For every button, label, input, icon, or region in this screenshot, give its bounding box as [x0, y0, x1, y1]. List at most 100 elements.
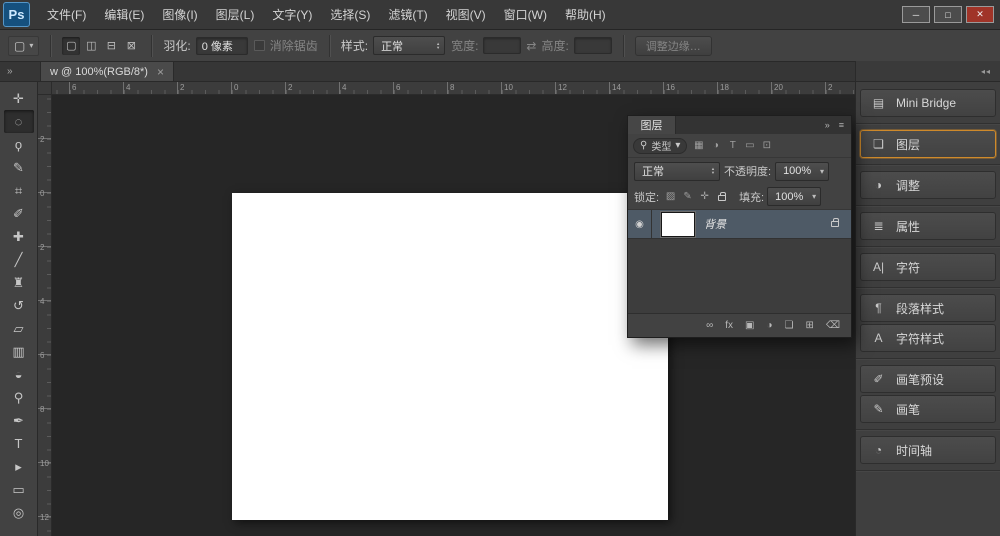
- blend-mode-dropdown[interactable]: 正常 ▲ ▼: [634, 162, 720, 181]
- lock-position-icon[interactable]: ✛: [696, 189, 713, 205]
- toolbar-collapse-icon[interactable]: »: [0, 61, 38, 81]
- close-button[interactable]: ✕: [966, 6, 994, 23]
- zoom-tool[interactable]: ◎: [4, 501, 34, 524]
- lock-all-icon[interactable]: [713, 189, 730, 205]
- adjustments-panel-icon: ◑: [870, 178, 887, 192]
- width-input[interactable]: [483, 37, 521, 54]
- fill-dropdown[interactable]: 100% ▾: [767, 187, 821, 206]
- layer-mask-icon[interactable]: ▣: [745, 320, 754, 331]
- menu-item[interactable]: 视图(V): [437, 0, 495, 30]
- quick-selection-tool[interactable]: ✎: [4, 156, 34, 179]
- quick-selection-tool-icon: ✎: [13, 160, 24, 176]
- layer-effects-icon[interactable]: fx: [725, 320, 733, 331]
- height-input[interactable]: [574, 37, 612, 54]
- new-selection-icon[interactable]: ▢: [62, 37, 80, 55]
- zoom-tool-icon: ◎: [13, 505, 24, 521]
- clone-stamp-tool[interactable]: ♜: [4, 271, 34, 294]
- opacity-value: 100%: [783, 165, 811, 177]
- panel-button-timeline[interactable]: ◔时间轴: [860, 436, 996, 464]
- dock-collapse-icon[interactable]: ◂◂: [855, 61, 1000, 81]
- canvas-document[interactable]: [232, 193, 668, 520]
- swap-dimensions-icon[interactable]: ⇄: [526, 39, 536, 53]
- shape-tool[interactable]: ▭: [4, 478, 34, 501]
- antialias-checkbox[interactable]: [254, 40, 265, 51]
- filter-type-layers-icon[interactable]: T: [724, 138, 741, 154]
- layers-panel-titlebar[interactable]: 图层 » ≡: [628, 116, 851, 134]
- filter-adjustment-layers-icon[interactable]: ◑: [707, 138, 724, 154]
- menu-item[interactable]: 图像(I): [153, 0, 206, 30]
- menu-item[interactable]: 选择(S): [321, 0, 379, 30]
- menu-item[interactable]: 图层(L): [207, 0, 264, 30]
- panel-label: 属性: [896, 218, 920, 235]
- link-layers-icon[interactable]: ∞: [706, 320, 713, 331]
- panel-button-character-styles[interactable]: A字符样式: [860, 324, 996, 352]
- menu-item[interactable]: 编辑(E): [95, 0, 153, 30]
- eraser-tool[interactable]: ▱: [4, 317, 34, 340]
- layer-row[interactable]: ◉背景: [628, 210, 851, 239]
- brush-panel-icon: ✎: [870, 402, 887, 416]
- tab-close-icon[interactable]: ×: [157, 65, 164, 79]
- lock-transparent-pixels-icon[interactable]: ▨: [662, 189, 679, 205]
- marquee-preset-icon: ▢: [14, 39, 25, 53]
- layer-group-icon[interactable]: ❏: [785, 320, 794, 331]
- adjustment-layer-icon[interactable]: ◑: [766, 320, 772, 331]
- filter-shape-layers-icon[interactable]: ▭: [741, 138, 758, 154]
- tool-preset-picker[interactable]: ▢ ▾: [8, 36, 39, 56]
- brush-tool[interactable]: ╱: [4, 248, 34, 271]
- panel-button-adjustments[interactable]: ◑调整: [860, 171, 996, 199]
- maximize-button[interactable]: □: [934, 6, 962, 23]
- feather-input[interactable]: 0 像素: [196, 37, 248, 55]
- move-tool[interactable]: ✛: [4, 87, 34, 110]
- panel-label: 图层: [896, 136, 920, 153]
- panel-button-brush[interactable]: ✎ 画笔: [860, 395, 996, 423]
- dodge-tool[interactable]: ⚲: [4, 386, 34, 409]
- eyedropper-tool[interactable]: ✐: [4, 202, 34, 225]
- horizontal-ruler[interactable]: 642024681012141618202: [52, 82, 855, 95]
- filter-pixel-layers-icon[interactable]: ▦: [690, 138, 707, 154]
- vertical-ruler[interactable]: 2024681012: [38, 95, 52, 536]
- history-brush-tool[interactable]: ↺: [4, 294, 34, 317]
- new-layer-icon[interactable]: ⊞: [805, 320, 813, 331]
- blur-tool[interactable]: ◒: [4, 363, 34, 386]
- healing-brush-tool[interactable]: ✚: [4, 225, 34, 248]
- panel-button-properties[interactable]: ≣属性: [860, 212, 996, 240]
- menu-item[interactable]: 帮助(H): [556, 0, 615, 30]
- marquee-tool[interactable]: ◌: [4, 110, 34, 133]
- document-tab[interactable]: w @ 100%(RGB/8*) ×: [40, 61, 174, 81]
- panel-button-brush-presets[interactable]: ✐画笔预设: [860, 365, 996, 393]
- subtract-from-selection-icon[interactable]: ⊟: [102, 37, 120, 55]
- menu-item[interactable]: 滤镜(T): [379, 0, 436, 30]
- add-to-selection-icon[interactable]: ◫: [82, 37, 100, 55]
- type-tool[interactable]: T: [4, 432, 34, 455]
- delete-layer-icon[interactable]: ⌫: [826, 320, 840, 331]
- lasso-tool[interactable]: ϙ: [4, 133, 34, 156]
- panel-button-mini-bridge[interactable]: ▤Mini Bridge: [860, 89, 996, 117]
- layer-filter-dropdown[interactable]: ⚲ 类型 ▾: [633, 138, 687, 154]
- layers-panel-tab[interactable]: 图层: [628, 116, 676, 134]
- lock-image-pixels-icon[interactable]: ✎: [679, 189, 696, 205]
- filter-smart-objects-icon[interactable]: ⊡: [758, 138, 775, 154]
- selection-mode-group: ▢◫⊟⊠: [62, 37, 140, 55]
- panel-label: 画笔: [896, 401, 920, 418]
- intersect-selection-icon[interactable]: ⊠: [122, 37, 140, 55]
- style-dropdown[interactable]: 正常 ▲ ▼: [373, 36, 445, 55]
- crop-tool[interactable]: ⌗: [4, 179, 34, 202]
- panel-button-paragraph-styles[interactable]: ¶段落样式: [860, 294, 996, 322]
- dock-group: A|字符: [856, 247, 1000, 288]
- menu-item[interactable]: 文字(Y): [263, 0, 321, 30]
- panel-collapse-icon[interactable]: »: [825, 120, 830, 130]
- path-selection-tool[interactable]: ▸: [4, 455, 34, 478]
- layers-panel-footer: ∞ fx ▣ ◑ ❏ ⊞ ⌫: [628, 313, 851, 337]
- gradient-tool[interactable]: ▥: [4, 340, 34, 363]
- panel-menu-icon[interactable]: ≡: [839, 120, 844, 130]
- opacity-dropdown[interactable]: 100% ▾: [775, 162, 829, 181]
- filter-type-label: 类型: [651, 138, 671, 153]
- pen-tool[interactable]: ✒: [4, 409, 34, 432]
- menu-item[interactable]: 文件(F): [38, 0, 95, 30]
- visibility-toggle[interactable]: ◉: [628, 210, 652, 238]
- minimize-button[interactable]: ─: [902, 6, 930, 23]
- menu-item[interactable]: 窗口(W): [495, 0, 556, 30]
- refine-edge-button[interactable]: 调整边缘…: [635, 36, 712, 56]
- panel-button-layers[interactable]: ❏图层: [860, 130, 996, 158]
- panel-button-character[interactable]: A|字符: [860, 253, 996, 281]
